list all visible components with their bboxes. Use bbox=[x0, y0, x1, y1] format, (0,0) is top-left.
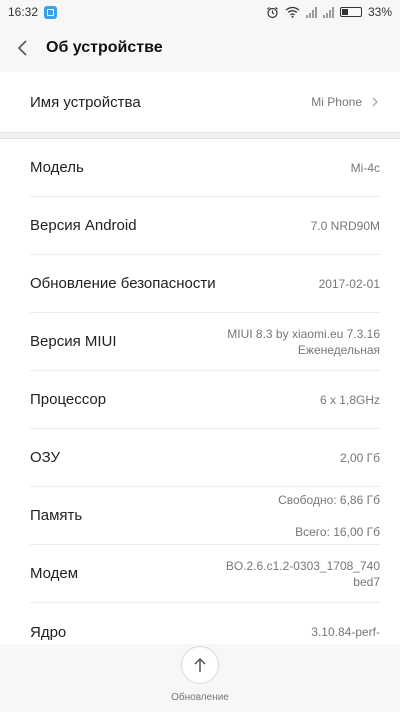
header: Об устройстве bbox=[0, 24, 400, 72]
device-name-label: Имя устройства bbox=[30, 93, 141, 111]
android-version-label: Версия Android bbox=[30, 217, 137, 234]
processor-value: 6 x 1,8GHz bbox=[319, 392, 380, 407]
arrow-up-icon bbox=[194, 657, 206, 672]
processor-row: Процессор 6 x 1,8GHz bbox=[30, 371, 380, 429]
wifi-icon bbox=[285, 6, 300, 18]
baseband-line1: BO.2.6.c1.2-0303_1708_740 bbox=[225, 558, 380, 573]
baseband-label: Модем bbox=[30, 565, 79, 582]
android-version-value: 7.0 NRD90M bbox=[310, 218, 380, 233]
security-patch-row: Обновление безопасности 2017-02-01 bbox=[30, 255, 380, 313]
signal-icon-1 bbox=[305, 6, 317, 18]
status-left: 16:32 bbox=[8, 5, 58, 19]
baseband-line2: bed7 bbox=[353, 574, 380, 589]
miui-version-label: Версия MIUI bbox=[30, 333, 117, 350]
chevron-right-icon bbox=[372, 97, 378, 107]
page-title: Об устройстве bbox=[46, 39, 163, 56]
back-button[interactable] bbox=[10, 35, 36, 61]
device-name-value: Mi Phone bbox=[311, 95, 362, 109]
model-value: Mi-4c bbox=[350, 160, 380, 175]
status-time: 16:32 bbox=[8, 5, 39, 19]
battery-icon bbox=[339, 7, 362, 17]
kernel-value: 3.10.84-perf- bbox=[311, 625, 380, 639]
status-right: 33% bbox=[266, 5, 392, 19]
device-name-value-wrap: Mi Phone bbox=[311, 94, 380, 110]
device-name-card: Имя устройства Mi Phone bbox=[0, 72, 400, 132]
miui-version-value: MIUI 8.3 by xiaomi.eu 7.3.16 Еженедельна… bbox=[227, 326, 380, 358]
update-button[interactable] bbox=[181, 646, 219, 684]
processor-label: Процессор bbox=[30, 391, 107, 408]
baseband-row: Модем BO.2.6.c1.2-0303_1708_740 bed7 bbox=[30, 545, 380, 603]
storage-row: Память Свободно: 6,86 Гб Всего: 16,00 Гб bbox=[30, 487, 380, 545]
miui-version-line1: MIUI 8.3 by xiaomi.eu 7.3.16 bbox=[227, 326, 380, 341]
storage-values: Свободно: 6,86 Гб Всего: 16,00 Гб bbox=[278, 493, 380, 539]
security-patch-value: 2017-02-01 bbox=[318, 276, 380, 291]
section-divider bbox=[0, 132, 400, 139]
alarm-icon bbox=[267, 6, 278, 18]
ram-row: ОЗУ 2,00 Гб bbox=[30, 429, 380, 487]
ram-value: 2,00 Гб bbox=[339, 450, 380, 465]
android-version-row[interactable]: Версия Android 7.0 NRD90M bbox=[30, 197, 380, 255]
miui-version-line2: Еженедельная bbox=[297, 342, 380, 357]
battery-percent: 33% bbox=[367, 5, 392, 19]
miui-version-row[interactable]: Версия MIUI MIUI 8.3 by xiaomi.eu 7.3.16… bbox=[30, 313, 380, 371]
security-patch-label: Обновление безопасности bbox=[30, 275, 216, 292]
storage-free: Свободно: 6,86 Гб bbox=[278, 492, 380, 507]
ram-label: ОЗУ bbox=[30, 449, 61, 466]
model-row: Модель Mi-4c bbox=[30, 139, 380, 197]
app-notification-icon bbox=[44, 5, 58, 19]
storage-label: Память bbox=[30, 507, 83, 524]
update-label: Обновление bbox=[171, 692, 229, 703]
model-label: Модель bbox=[30, 159, 84, 176]
signal-icon-2 bbox=[322, 6, 334, 18]
storage-total: Всего: 16,00 Гб bbox=[295, 524, 380, 539]
device-info-card: Модель Mi-4c Версия Android 7.0 NRD90M О… bbox=[0, 139, 400, 644]
baseband-value: BO.2.6.c1.2-0303_1708_740 bed7 bbox=[226, 558, 380, 590]
kernel-label: Ядро bbox=[30, 623, 67, 641]
bottom-bar: Обновление bbox=[0, 644, 400, 712]
kernel-row: Ядро 3.10.84-perf- bbox=[30, 603, 380, 644]
status-bar: 16:32 33% bbox=[0, 0, 400, 24]
back-arrow-icon bbox=[17, 40, 27, 56]
battery-fill bbox=[341, 9, 348, 15]
device-name-row[interactable]: Имя устройства Mi Phone bbox=[30, 72, 380, 132]
